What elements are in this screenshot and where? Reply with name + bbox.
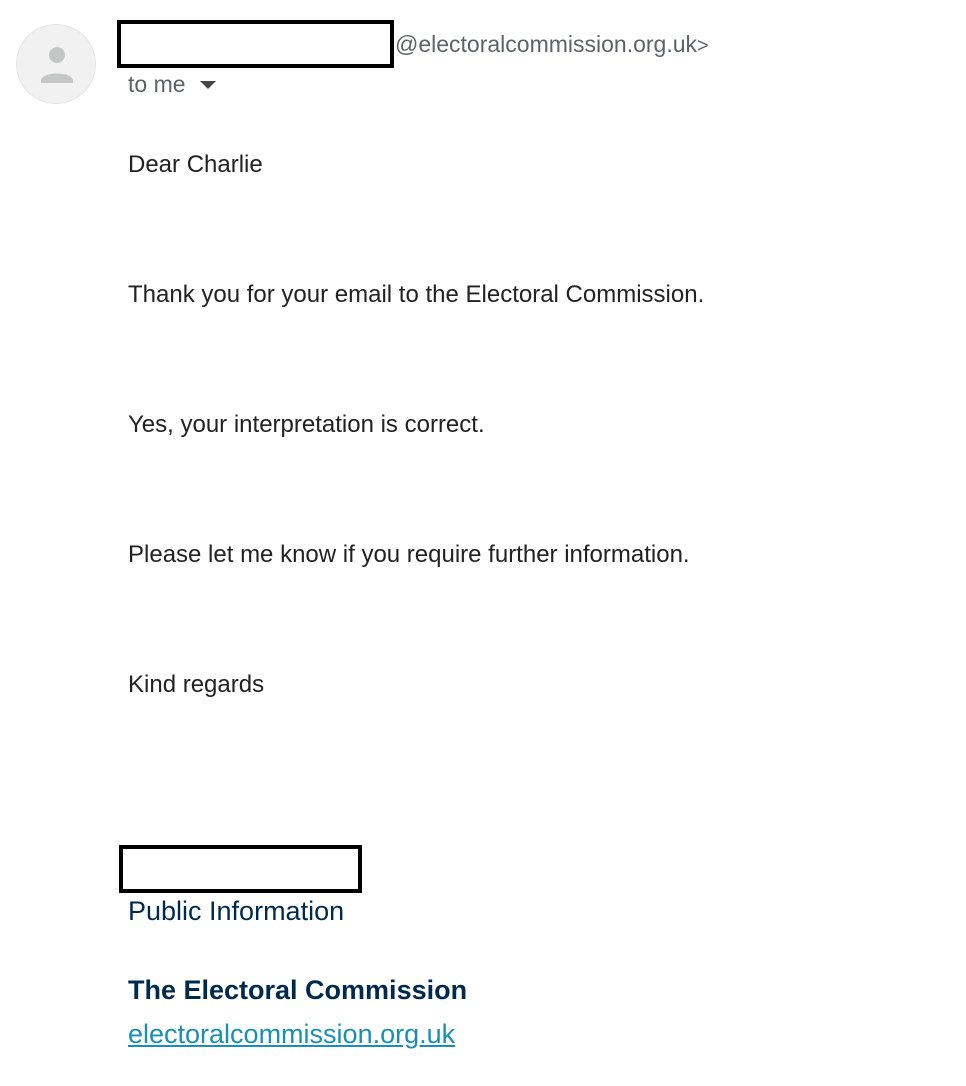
person-icon	[41, 47, 73, 83]
caret-down-icon[interactable]	[199, 81, 216, 89]
sign-off: Kind regards	[128, 671, 265, 698]
body-paragraph: Please let me know if you require furthe…	[128, 541, 690, 568]
signature-website-link[interactable]: electoralcommission.org.uk	[128, 1018, 455, 1050]
body-paragraph: Thank you for your email to the Electora…	[128, 281, 705, 308]
redacted-signature-name	[119, 845, 362, 893]
greeting: Dear Charlie	[128, 151, 263, 178]
body-paragraph: Yes, your interpretation is correct.	[128, 411, 485, 438]
sender-domain-close: >	[697, 35, 709, 57]
recipient-label: to me	[128, 71, 186, 97]
recipient-details-toggle[interactable]: to me	[128, 70, 216, 98]
signature-organisation: The Electoral Commission	[128, 975, 468, 1005]
sender-avatar[interactable]	[16, 24, 96, 104]
redacted-sender-name	[117, 20, 394, 68]
sender-email-domain: @electoralcommission.org.uk>	[395, 31, 709, 59]
signature-role: Public Information	[128, 896, 345, 926]
sender-domain-text: @electoralcommission.org.uk	[395, 31, 698, 57]
